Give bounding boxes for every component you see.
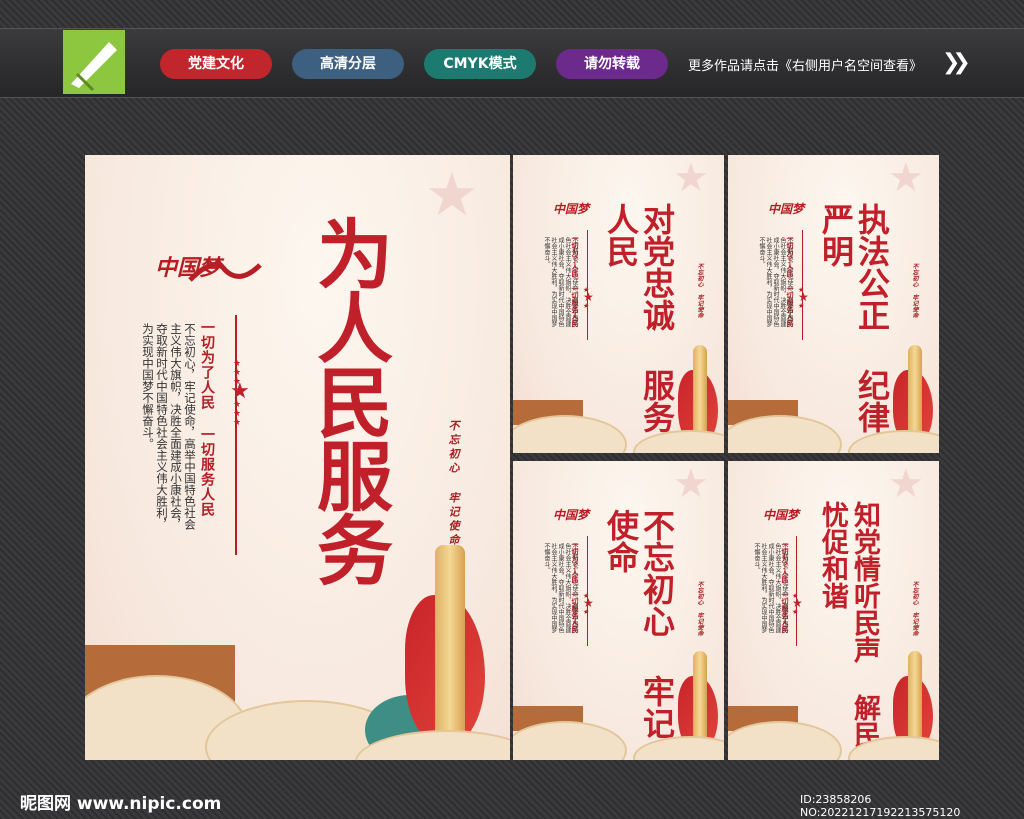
china-dream-logo: 中国梦 <box>553 202 590 216</box>
bg-star-icon: ★ <box>888 461 924 507</box>
divider-line <box>587 230 588 340</box>
subtitle: 不忘初心 牢记使命 <box>447 420 460 548</box>
huabiao-brush-icon <box>188 261 262 282</box>
site-watermark: 昵图网 www.nipic.com <box>20 794 222 814</box>
poster-title: 执法公正 纪律严明 <box>817 203 891 433</box>
divider-line <box>796 536 797 646</box>
small-poster-3: ★ 中国梦 不忘初心 牢记使命 ★ ★ ★ 一切为了人民 一切服务人民 不忘初心，牢… <box>513 461 724 760</box>
double-chevron-right-icon[interactable]: ❯❯ <box>942 50 971 75</box>
poster-title: 不忘初心 牢记使命 <box>602 509 676 739</box>
body-text: 不忘初心，牢记使命，高举中国特色社会主义伟大旗帜，决胜全面建成小康社会，夺取新时… <box>753 543 788 633</box>
china-dream-logo: 中国梦 <box>553 508 590 522</box>
body-text: 不忘初心，牢记使命，高举中国特色社会主义伟大旗帜，决胜全面建成小康社会，夺取新时… <box>758 237 793 327</box>
poster-title: 知党情听民声 解民忧促和谐 <box>817 501 880 748</box>
body-text: 不忘初心，牢记使命，高举中国特色社会主义伟大旗帜，决胜全面建成小康社会，夺取新时… <box>141 323 197 530</box>
decorative-stars-icon: ★ ★ ★ <box>583 286 594 310</box>
site-logo[interactable] <box>63 30 125 94</box>
tag-party-culture[interactable]: 党建文化 <box>160 49 272 79</box>
tag-cmyk[interactable]: CMYK模式 <box>424 49 536 79</box>
bg-star-icon: ★ <box>425 160 479 230</box>
divider-line <box>235 315 237 555</box>
main-title: 为人民服务 <box>304 215 393 585</box>
subtitle: 不忘初心 牢记使命 <box>696 263 703 318</box>
body-text: 不忘初心，牢记使命，高举中国特色社会主义伟大旗帜，决胜全面建成小康社会，夺取新时… <box>543 237 578 327</box>
decorative-stars-icon: ★ ★ ★ ★ ★ ★ ★ <box>230 359 250 428</box>
tag-hd-layers[interactable]: 高清分层 <box>292 49 404 79</box>
more-works-link[interactable]: 更多作品请点击《右侧用户名空间查看》 <box>688 55 922 74</box>
subtitle: 不忘初心 牢记使命 <box>696 581 703 636</box>
image-id: ID:23858206 NO:20221217192213575120 <box>800 793 961 819</box>
poster-title: 对党忠诚 服务人民 <box>602 203 676 433</box>
small-poster-2: ★ 中国梦 执法公正 纪律严明 ★ ★ ★ 一切为了人民 一切服务人民 不忘初心，牢… <box>728 155 939 453</box>
small-poster-1: ★ 中国梦 对党忠诚 服务人民 ★ ★ ★ 一切为了人民 一切服务人民 不忘初心，牢… <box>513 155 724 453</box>
body-text: 不忘初心，牢记使命，高举中国特色社会主义伟大旗帜，决胜全面建成小康社会，夺取新时… <box>543 543 578 633</box>
subtitle: 不忘初心 牢记使命 <box>911 581 918 636</box>
china-dream-logo: 中国梦 <box>768 202 805 216</box>
small-poster-4: ★ 中国梦 知党情听民声 解民忧促和谐 ★ ★ ★ 一切为了人民 一切服务人民 不忘… <box>728 461 939 760</box>
bg-star-icon: ★ <box>673 461 709 507</box>
divider-line <box>802 230 803 340</box>
subtitle: 不忘初心 牢记使命 <box>911 263 918 318</box>
decorative-stars-icon: ★ ★ ★ <box>583 592 594 616</box>
bg-star-icon: ★ <box>888 155 924 201</box>
decorative-stars-icon: ★ ★ ★ <box>792 592 803 616</box>
decorative-stars-icon: ★ ★ ★ <box>798 286 809 310</box>
huabiao-pillar-image <box>435 545 465 755</box>
pen-logo-icon <box>71 42 117 92</box>
divider-line <box>587 536 588 646</box>
slogan: 一切为了人民 一切服务人民 <box>199 320 215 517</box>
tag-no-repost[interactable]: 请勿转载 <box>556 49 668 79</box>
main-poster: ★ 中国梦 为人民服务 ★ ★ ★ ★ ★ ★ ★ 一切为了人民 一切服务人民 不忘初心，牢… <box>85 155 510 760</box>
bg-star-icon: ★ <box>673 155 709 201</box>
china-dream-logo: 中国梦 <box>763 508 800 522</box>
